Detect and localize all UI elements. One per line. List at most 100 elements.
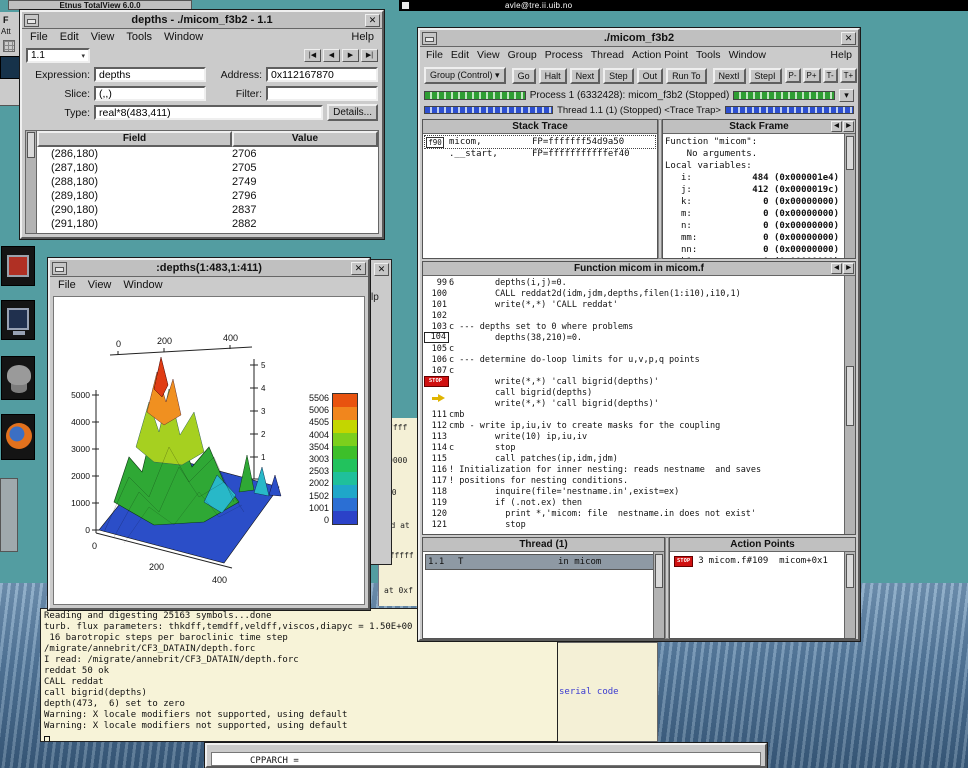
stack-frame-content[interactable]: Function "micom": No arguments. Local va… [663,134,855,258]
stack-frame-row[interactable]: .__start, FP=fffffffffffef40 [425,148,655,160]
history-nav-button[interactable]: ◀ [323,49,340,62]
menu-item[interactable]: Edit [60,31,79,43]
history-nav-button[interactable]: |◀ [304,49,321,62]
table-row[interactable]: (289,180) 2796 [37,189,378,203]
source-line[interactable]: 120 print *,'micom: file nestname.in doe… [424,508,843,519]
source-line[interactable]: 111 cmb [424,409,843,420]
local-variable-row[interactable]: i: 484 (0x000001e4) [665,172,853,184]
pane-selector-combo[interactable]: 1.1▾ [26,48,90,63]
table-row[interactable]: (290,180) 2837 [37,203,378,217]
process-window[interactable]: ./micom_f3b2 ✕ FileEditViewGroupProcessT… [418,28,860,641]
action-points-pane[interactable]: Action Points STOP 3 micom.f#109 micom+0… [669,537,856,639]
titlebar[interactable]: depths - ./micom_f3b2 - 1.1 ✕ [22,12,382,29]
toolbox-icon[interactable] [1,246,35,286]
menu-item[interactable]: File [58,279,76,291]
source-line[interactable]: 103 c --- depths set to 0 where problems [424,321,843,332]
close-icon[interactable]: ✕ [351,262,366,275]
firefox-icon[interactable] [1,414,35,460]
variable-window[interactable]: depths - ./micom_f3b2 - 1.1 ✕ FileEditVi… [20,10,384,239]
close-icon[interactable]: ✕ [374,263,389,276]
source-line[interactable]: 99 6 depths(i,j)=0. [424,277,843,288]
titlebar[interactable]: :depths(1:483,1:411) ✕ [50,260,368,277]
line-number[interactable]: 103 [424,321,449,333]
makefile-terminal-window[interactable]: CPPARCH = [205,743,767,768]
pt-nav-button[interactable]: T+ [840,68,858,83]
column-header-field[interactable]: Field [37,131,232,147]
table-row[interactable]: (286,180) 2706 [37,147,378,161]
table-row[interactable]: (287,180) 2705 [37,161,378,175]
menu-item-help[interactable]: Help [830,49,852,61]
toolbar-button[interactable]: StepI [749,68,782,84]
details-button[interactable]: Details... [327,104,378,121]
menu-item[interactable]: Window [123,279,162,291]
line-number[interactable]: 104 [424,332,449,343]
toolbar-button[interactable]: Step [603,68,634,84]
source-line[interactable]: 100 CALL reddat2d(idm,jdm,depths,filen(1… [424,288,843,299]
local-variable-row[interactable]: j: 412 (0x0000019c) [665,184,853,196]
visualizer-window[interactable]: :depths(1:483,1:411) ✕ FileViewWindow [48,258,370,610]
window-menu-icon[interactable] [24,14,39,27]
source-line[interactable]: 105 c [424,343,843,354]
local-variable-row[interactable]: mm: 0 (0x00000000) [665,232,853,244]
source-line[interactable]: 117 ! positions for nesting conditions. [424,475,843,486]
xterm-titlebar[interactable]: avle@tre.ii.uib.no [399,0,968,11]
toolbar-button[interactable]: NextI [713,68,746,84]
pt-nav-button[interactable]: T- [823,68,838,83]
toolbar-button[interactable]: Go [512,68,536,84]
expression-field[interactable]: depths [94,67,206,82]
thread-row-selected[interactable]: 1.1 T in micom [425,554,662,570]
window-menu-icon[interactable] [52,262,67,275]
source-line[interactable]: 101 write(*,*) 'CALL reddat' [424,299,843,310]
table-row[interactable]: (288,180) 2749 [37,175,378,189]
table-row[interactable]: (292,180) 2922 [37,231,378,234]
menu-item[interactable]: Group [508,49,537,61]
process-status-bar[interactable]: Process 1 (6332428): micom_f3b2 (Stopped… [420,87,858,103]
local-variable-row[interactable]: nn: 0 (0x00000000) [665,244,853,256]
stack-trace-pane[interactable]: Stack Trace f90 micom, FP=fffffff54d9a50… [422,119,658,259]
history-nav-button[interactable]: ▶| [361,49,378,62]
source-line[interactable]: 113 write(10) ip,iu,iv [424,431,843,442]
stack-frame-pane[interactable]: Stack Frame ◀▶ Function "micom": No argu… [662,119,856,259]
menu-item[interactable]: Action Point [632,49,688,61]
menu-item[interactable]: Edit [451,49,469,61]
titlebar[interactable]: ./micom_f3b2 ✕ [420,30,858,47]
thread-status-bar[interactable]: Thread 1.1 (1) (Stopped) <Trace Trap> [420,103,858,117]
source-line[interactable]: 104 depths(38,210)=0. [424,332,843,343]
threads-pane[interactable]: Thread (1) 1.1 T in micom [422,537,665,639]
close-icon[interactable]: ✕ [365,14,380,27]
line-number[interactable]: 107 [424,365,449,377]
window-menu-icon[interactable] [422,32,437,45]
local-variable-row[interactable]: n: 0 (0x00000000) [665,220,853,232]
source-scrollbar[interactable] [844,276,855,534]
scroll-left-icon[interactable]: ◀ [831,121,842,132]
window-menu-icon[interactable] [402,2,409,9]
menu-item[interactable]: File [30,31,48,43]
menu-item-help[interactable]: Help [351,31,374,43]
local-variable-row[interactable]: k1m: 0 (0x00000000) [665,256,853,258]
totalview-root-window-titlebar[interactable]: Etnus TotalView 6.0.0 [8,0,192,10]
scroll-right-icon[interactable]: ▶ [843,121,854,132]
table-scrollbar[interactable] [26,131,37,233]
threads-list[interactable]: 1.1 T in micom [423,552,664,638]
action-points-scrollbar[interactable] [844,552,855,638]
scroll-left-icon[interactable]: ◀ [831,263,842,274]
source-code[interactable]: 99 6 depths(i,j)=0. 100 CALL reddat2d(id… [423,276,855,534]
source-line[interactable]: 114 c stop [424,442,843,453]
slice-field[interactable]: (,,) [94,86,206,101]
stack-frame-row[interactable]: f90 micom, FP=fffffff54d9a50 [425,136,655,148]
threads-scrollbar[interactable] [653,552,664,638]
menu-item[interactable]: Window [729,49,766,61]
workstation-icon[interactable] [1,300,35,340]
stack-frame-scrollbar[interactable] [844,134,855,258]
line-number[interactable]: STOP [424,376,449,387]
source-line[interactable]: 119 if (.not.ex) then [424,497,843,508]
local-variable-row[interactable]: m: 0 (0x00000000) [665,208,853,220]
local-variable-row[interactable]: k: 0 (0x00000000) [665,196,853,208]
scrollbar-thumb[interactable] [846,366,854,426]
scrollbar-thumb[interactable] [655,554,663,588]
close-icon[interactable]: ✕ [841,32,856,45]
toolbar-button[interactable]: Next [570,68,601,84]
source-line[interactable]: 115 call patches(ip,idm,jdm) [424,453,843,464]
source-line[interactable]: call bigrid(depths) [424,387,843,398]
menu-item[interactable]: Process [545,49,583,61]
